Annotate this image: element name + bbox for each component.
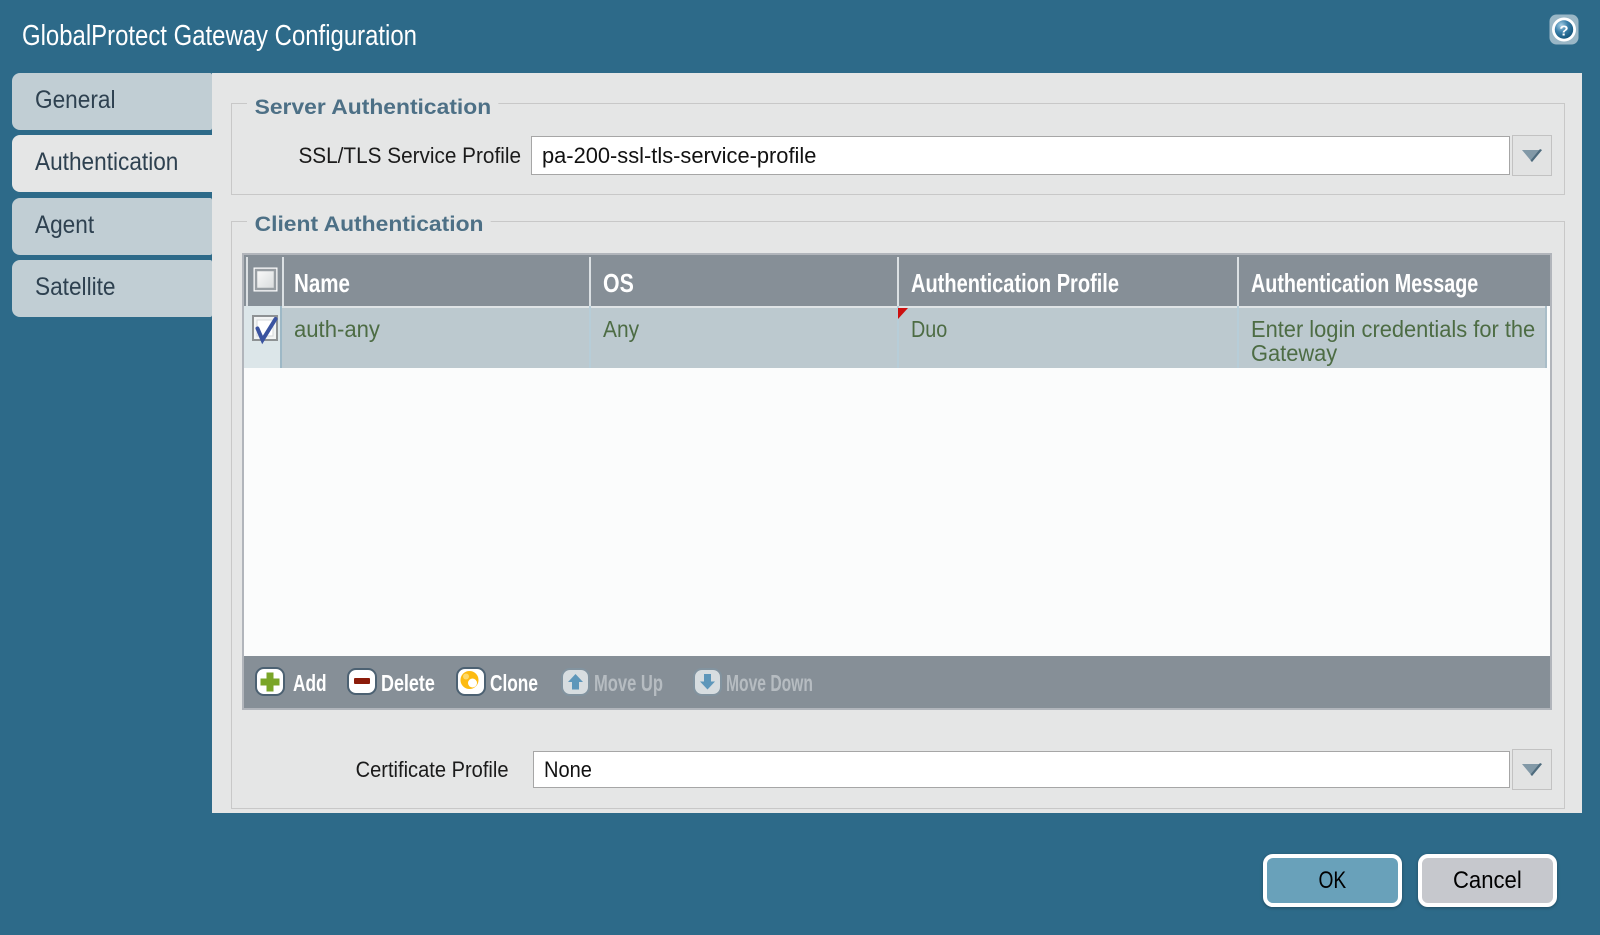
svg-text:?: ? bbox=[1559, 23, 1568, 40]
